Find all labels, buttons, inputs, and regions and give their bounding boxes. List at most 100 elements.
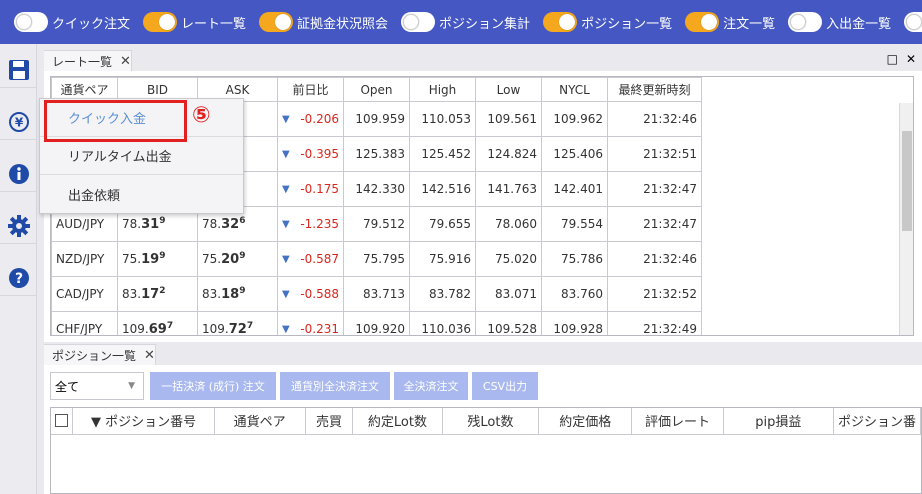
column-header[interactable]: 評価レート [631,408,724,435]
rate-table-scrollbar[interactable] [899,103,913,335]
last-update-time: 21:32:46 [607,101,702,137]
sidebar-settings-button[interactable] [0,208,37,244]
scrollbar-thumb[interactable] [902,131,912,231]
column-header[interactable]: Open [343,77,410,102]
high-value: 79.655 [409,206,476,242]
rate-row[interactable]: NZD/JPY 75.199 75.209 ▼ -0.587 75.795 75.916 75… [51,241,702,277]
column-header[interactable]: ▼ ポジション番号 [72,408,215,435]
change-cell: ▼ -0.231 [277,311,344,336]
info-icon [8,163,30,185]
position-toolbar: 全て ▼ 一括決済 (成行) 注文 通貨別全決済注文 全決済注文 CSV出力 [50,372,538,400]
column-header[interactable]: ポジション番 [833,408,921,435]
menu-item-realtime-withdrawal[interactable]: リアルタイム出金 [40,137,243,175]
sidebar: ¥ ? [0,44,37,494]
tab-rate-list[interactable]: レート一覧 ✕ [44,50,132,71]
svg-text:¥: ¥ [14,115,23,129]
low-value: 83.071 [475,276,542,312]
rate-row[interactable]: CAD/JPY 83.172 83.189 ▼ -0.588 83.713 83.782 83… [51,276,702,312]
currency-pair: CHF/JPY [51,311,118,335]
column-header[interactable]: 売買 [305,408,354,435]
toggle-switch[interactable] [401,12,436,32]
ask-price[interactable]: 83.189 [197,276,278,312]
select-all-checkbox[interactable] [55,414,69,428]
low-value: 75.020 [475,241,542,277]
toggle-switch[interactable] [14,12,48,32]
toggle-position-list[interactable]: ポジション一覧 [543,12,672,32]
sidebar-deposit-button[interactable]: ¥ [0,104,37,140]
close-icon[interactable]: ✕ [120,54,131,69]
toggle-quick-order[interactable]: クイック注文 [14,12,130,32]
bid-price[interactable]: 83.172 [117,276,198,312]
ask-price[interactable]: 109.727 [197,311,278,335]
toggle-deposit-list[interactable]: 入出金一覧 [788,12,891,32]
rate-row[interactable]: CHF/JPY 109.697 109.727 ▼ -0.231 109.920 110.0… [51,311,702,336]
column-header[interactable]: 約定Lot数 [352,408,443,435]
change-cell: ▼ -0.587 [277,241,344,277]
menu-item-withdrawal-request[interactable]: 出金依頼 [40,175,243,213]
toggle-switch[interactable] [685,12,720,32]
gear-icon [7,214,31,238]
toggle-position-summary[interactable]: ポジション集計 [401,12,530,32]
position-table: ▼ ポジション番号 通貨ペア 売買 約定Lot数 残Lot数 約定価格 評価レー… [51,408,921,435]
column-header[interactable]: Low [475,77,542,102]
sidebar-help-button[interactable]: ? [0,260,37,296]
change-cell: ▼ -0.175 [277,171,344,207]
column-header[interactable]: 最終更新時刻 [607,77,702,102]
sidebar-save-button[interactable] [0,52,37,88]
column-header[interactable]: 通貨ペア [214,408,306,435]
nycl-value: 79.554 [541,206,608,242]
toggle-rate-list[interactable]: レート一覧 [143,12,246,32]
close-all-button[interactable]: 全決済注文 [394,372,468,400]
nycl-value: 109.962 [541,101,608,137]
nycl-value: 83.760 [541,276,608,312]
toggle-label: ポジション一覧 [581,16,673,32]
sidebar-info-button[interactable] [0,156,37,192]
filter-select[interactable]: 全て ▼ [50,372,144,400]
high-value: 142.516 [409,171,476,207]
bid-price[interactable]: 75.199 [117,241,198,277]
currency-pair: NZD/JPY [51,241,118,277]
open-value: 109.959 [343,101,410,137]
high-value: 75.916 [409,241,476,277]
column-header[interactable]: pip損益 [723,408,834,435]
panel-toggle-bar: クイック注文 レート一覧 証拠金状況照会 ポジション集計 ポジション一覧 注文一… [0,0,922,44]
tab-position-list[interactable]: ポジション一覧 ✕ [44,344,156,365]
toggle-label: ポジション集計 [439,16,531,32]
column-header[interactable]: High [409,77,476,102]
toggle-switch[interactable] [543,12,578,32]
tab-label: レート一覧 [52,54,113,69]
step-number-badge: ⑤ [192,103,211,128]
toggle-switch[interactable] [788,12,823,32]
nycl-value: 75.786 [541,241,608,277]
low-value: 109.561 [475,101,542,137]
toggle-label: レート一覧 [181,16,247,32]
last-update-time: 21:32:52 [607,276,702,312]
ask-price[interactable]: 75.209 [197,241,278,277]
bid-price[interactable]: 109.697 [117,311,198,335]
column-header[interactable]: 残Lot数 [442,408,540,435]
toggle-switch[interactable] [143,12,178,32]
column-header[interactable]: 約定価格 [538,408,633,435]
column-header[interactable]: NYCL [541,77,608,102]
close-icon[interactable]: ✕ [144,348,155,363]
toggle-margin-status[interactable]: 証拠金状況照会 [259,12,388,32]
toggle-order-list[interactable]: 注文一覧 [685,12,775,32]
toggle-switch-partial[interactable] [904,12,922,32]
down-arrow-icon: ▼ [282,183,290,195]
change-value: -0.231 [300,322,339,336]
close-window-icon[interactable]: ✕ [906,52,916,66]
change-cell: ▼ -0.395 [277,136,344,172]
help-icon: ? [8,267,30,289]
change-value: -1.235 [300,217,339,231]
bulk-close-market-button[interactable]: 一括決済 (成行) 注文 [150,372,276,400]
csv-export-button[interactable]: CSV出力 [472,372,538,400]
restore-icon[interactable]: □ [887,52,898,66]
down-arrow-icon: ▼ [282,323,290,335]
column-header[interactable]: 前日比 [277,77,344,102]
nycl-value: 142.401 [541,171,608,207]
close-all-by-pair-button[interactable]: 通貨別全決済注文 [280,372,390,400]
toggle-switch[interactable] [259,12,294,32]
down-arrow-icon: ▼ [282,218,290,230]
chevron-down-icon: ▼ [128,381,135,391]
low-value: 124.824 [475,136,542,172]
